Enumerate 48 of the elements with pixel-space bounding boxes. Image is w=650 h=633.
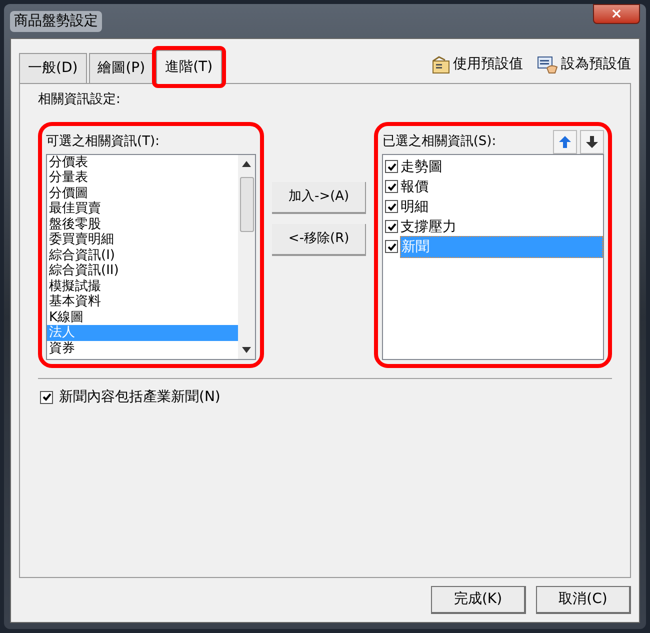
list-item[interactable]: K線圖	[47, 310, 238, 325]
folder-icon	[431, 56, 451, 74]
list-box[interactable]: 分價表 分量表 分價圖 最佳買賣 盤後零股 委買賣明細 綜合資訊(I) 綜合資訊(II) 模擬試撮 基本資料 K線圖 法人 資券	[46, 154, 256, 360]
move-button[interactable]: <-移除(R)	[272, 224, 366, 256]
checkbox-label: 新聞內容包括產業新聞(N)	[59, 388, 220, 406]
checkbox[interactable]	[385, 240, 398, 253]
move-down-button[interactable]	[580, 130, 604, 154]
checkbox[interactable]	[385, 220, 398, 233]
move-up-button[interactable]	[553, 130, 577, 154]
checkbox[interactable]	[40, 390, 53, 404]
move-button[interactable]: 加入->(A)	[272, 182, 366, 214]
list-item[interactable]: 明細	[400, 196, 603, 216]
list-item[interactable]: 支撐壓力	[400, 216, 603, 236]
list-item[interactable]: 資券	[47, 340, 238, 356]
form-hand-icon	[537, 56, 559, 74]
list-item[interactable]: 委買賣明細	[47, 232, 238, 248]
up-arrow-icon	[559, 136, 571, 148]
list-item[interactable]: 基本資料	[47, 294, 238, 310]
list-box[interactable]: 走勢圖 報價 明細 支撐壓力 新聞	[382, 154, 604, 360]
list-item[interactable]: 分價圖	[47, 186, 238, 201]
list-item[interactable]: 分量表	[47, 170, 238, 186]
dialog-button[interactable]: 取消(C)	[536, 586, 631, 614]
window-title: 商品盤勢設定	[10, 10, 102, 32]
dialog-button[interactable]: 完成(K)	[431, 586, 526, 614]
checkbox[interactable]	[385, 160, 398, 173]
list-item[interactable]: 分價表	[47, 154, 238, 170]
toolbar-button[interactable]: 使用預設值	[431, 54, 523, 75]
scroll-up-icon	[242, 160, 252, 166]
list-item[interactable]: 盤後零股	[47, 216, 238, 232]
close-button[interactable]: ×	[593, 4, 640, 24]
checkbox[interactable]	[385, 180, 398, 193]
checkbox[interactable]	[385, 200, 398, 213]
list-label: 已選之相關資訊(S):	[382, 132, 496, 151]
scrollbar[interactable]	[238, 154, 256, 358]
list-item[interactable]: 綜合資訊(II)	[47, 263, 238, 278]
tab[interactable]: 繪圖(P)	[88, 53, 154, 83]
list-item[interactable]: 走勢圖	[400, 156, 603, 176]
list-label: 可選之相關資訊(T):	[46, 132, 160, 151]
scroll-thumb[interactable]	[240, 176, 254, 232]
list-item[interactable]: 最佳買賣	[47, 201, 238, 216]
toolbar-button[interactable]: 設為預設值	[537, 54, 631, 75]
list-item[interactable]: 模擬試撮	[47, 278, 238, 294]
down-arrow-icon	[586, 136, 598, 148]
list-item[interactable]: 綜合資訊(I)	[47, 248, 238, 263]
tab[interactable]: 一般(D)	[19, 53, 87, 83]
scroll-down-icon	[242, 346, 252, 352]
list-item[interactable]: 報價	[400, 176, 603, 196]
section-label: 相關資訊設定:	[38, 91, 122, 109]
